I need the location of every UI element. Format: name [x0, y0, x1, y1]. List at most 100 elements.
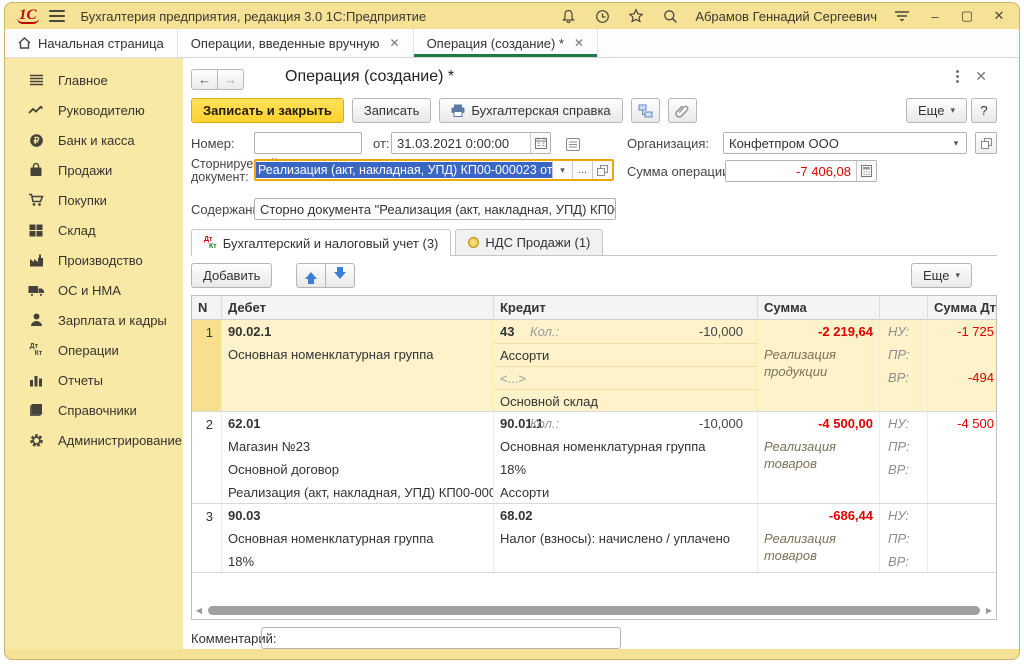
choose-button[interactable]: ... — [572, 161, 592, 179]
close-button[interactable]: ✕ — [991, 8, 1007, 24]
debit-account[interactable]: 90.03 — [222, 504, 493, 527]
move-down-button[interactable] — [325, 263, 355, 288]
sidebar-item-sklad[interactable]: Склад — [5, 215, 183, 245]
sidebar-item-prodazhi[interactable]: Продажи — [5, 155, 183, 185]
qty-value[interactable]: -10,000 — [699, 412, 743, 435]
sidebar-item-otchety[interactable]: Отчеты — [5, 365, 183, 395]
vr-value[interactable] — [928, 550, 996, 572]
credit-subconto[interactable]: Налог (взносы): начислено / уплачено — [494, 527, 757, 550]
amount[interactable]: -2 219,64 — [758, 320, 879, 343]
open-icon[interactable] — [592, 161, 612, 179]
content-input[interactable]: Сторно документа "Реализация (акт, накла… — [254, 198, 616, 220]
tab-operation-create[interactable]: Операция (создание) * ✕ — [414, 29, 598, 57]
organization-input[interactable]: Конфетпром ООО ▾ — [723, 132, 967, 154]
col-credit[interactable]: Кредит — [494, 296, 758, 319]
amount-comment[interactable]: Реализация товаров — [758, 527, 879, 564]
table-row[interactable]: 2 62.01 Магазин №23 Основной договор Реа… — [192, 412, 996, 504]
debit-subconto[interactable]: Магазин №23 — [222, 435, 493, 458]
dropdown-icon[interactable]: ▾ — [552, 161, 572, 179]
amount[interactable]: -4 500,00 — [758, 412, 879, 435]
sidebar-item-proizvodstvo[interactable]: Производство — [5, 245, 183, 275]
credit-subconto[interactable]: Основная номенклатурная группа — [494, 435, 757, 458]
sidebar-item-pokupki[interactable]: Покупки — [5, 185, 183, 215]
nu-value[interactable]: -4 500 — [928, 412, 996, 435]
sidebar-item-glavnoe[interactable]: Главное — [5, 65, 183, 95]
nu-value[interactable]: -1 725 — [928, 320, 996, 343]
col-n[interactable]: N — [192, 296, 222, 319]
pr-value[interactable] — [928, 343, 996, 366]
tab-manual-operations[interactable]: Операции, введенные вручную ✕ — [178, 29, 414, 57]
calendar-icon[interactable] — [530, 133, 550, 153]
dropdown-icon[interactable]: ▾ — [946, 133, 966, 153]
sidebar-item-administrirovanie[interactable]: Администрирование — [5, 425, 183, 455]
vr-value[interactable] — [928, 458, 996, 481]
journal-icon[interactable] — [564, 135, 582, 153]
table-row[interactable]: 1 90.02.1 Основная номенклатурная группа… — [192, 320, 996, 412]
number-input[interactable] — [254, 132, 362, 154]
kebab-menu-icon[interactable] — [956, 70, 959, 73]
add-row-button[interactable]: Добавить — [191, 263, 272, 288]
table-row[interactable]: 3 90.03 Основная номенклатурная группа 1… — [192, 504, 996, 573]
tab-home[interactable]: Начальная страница — [5, 29, 178, 57]
structure-button[interactable] — [631, 98, 660, 123]
help-button[interactable]: ? — [971, 98, 997, 123]
minimize-button[interactable]: – — [927, 9, 943, 24]
debit-subconto[interactable]: 18% — [222, 550, 493, 572]
amount[interactable]: -686,44 — [758, 504, 879, 527]
horizontal-scrollbar[interactable]: ◀ ▶ — [193, 603, 995, 618]
sidebar-item-rukovoditelyu[interactable]: Руководителю — [5, 95, 183, 125]
sidebar-item-zarplata-kadry[interactable]: Зарплата и кадры — [5, 305, 183, 335]
user-name[interactable]: Абрамов Геннадий Сергеевич — [695, 9, 877, 24]
amount-comment[interactable]: Реализация продукции — [758, 343, 879, 380]
scroll-right-icon[interactable]: ▶ — [983, 606, 995, 615]
tab-close-icon[interactable]: ✕ — [574, 36, 584, 50]
sidebar-item-operacii[interactable]: ДтКт Операции — [5, 335, 183, 365]
debit-subconto[interactable]: Основная номенклатурная группа — [222, 527, 493, 550]
forward-button[interactable]: → — [217, 69, 244, 90]
back-button[interactable]: ← — [191, 69, 218, 90]
credit-account[interactable]: 43 — [500, 324, 514, 339]
search-icon[interactable] — [661, 7, 679, 25]
col-debit[interactable]: Дебет — [222, 296, 494, 319]
nu-value[interactable] — [928, 504, 996, 527]
more-button-top[interactable]: Еще▾ — [906, 98, 967, 123]
col-sum-dt[interactable]: Сумма Дт — [928, 296, 996, 319]
main-menu-icon[interactable] — [49, 10, 65, 22]
debit-account[interactable]: 62.01 — [222, 412, 493, 435]
debit-subconto[interactable]: Реализация (акт, накладная, УПД) КП00-00… — [222, 481, 493, 503]
form-close-icon[interactable]: ✕ — [975, 68, 987, 85]
calculator-icon[interactable] — [856, 161, 876, 181]
qty-value[interactable]: -10,000 — [699, 320, 743, 343]
more-button-grid[interactable]: Еще▾ — [911, 263, 972, 288]
sidebar-item-spravochniki[interactable]: Справочники — [5, 395, 183, 425]
credit-account[interactable]: 68.02 — [500, 508, 533, 523]
debit-account[interactable]: 90.02.1 — [222, 320, 493, 343]
pr-value[interactable] — [928, 527, 996, 550]
vr-value[interactable]: -494 — [928, 366, 996, 389]
debit-subconto[interactable]: Основная номенклатурная группа — [222, 343, 493, 366]
debit-subconto[interactable]: Основной договор — [222, 458, 493, 481]
amount-comment[interactable]: Реализация товаров — [758, 435, 879, 472]
credit-subconto[interactable]: Ассорти — [494, 481, 757, 503]
save-close-button[interactable]: Записать и закрыть — [191, 98, 344, 123]
credit-subconto[interactable] — [494, 550, 757, 572]
accounting-reference-button[interactable]: Бухгалтерская справка — [439, 98, 622, 123]
service-menu-icon[interactable] — [893, 7, 911, 25]
maximize-button[interactable]: ▢ — [959, 8, 975, 24]
move-up-button[interactable] — [296, 263, 326, 288]
credit-subconto[interactable]: 18% — [494, 458, 757, 481]
credit-subconto[interactable]: <...> — [494, 366, 757, 389]
sidebar-item-os-nma[interactable]: ОС и НМА — [5, 275, 183, 305]
credit-subconto[interactable]: Ассорти — [494, 343, 757, 366]
date-input[interactable]: 31.03.2021 0:00:00 — [391, 132, 551, 154]
open-icon[interactable] — [975, 132, 997, 154]
col-sum[interactable]: Сумма — [758, 296, 880, 319]
scroll-left-icon[interactable]: ◀ — [193, 606, 205, 615]
tab-close-icon[interactable]: ✕ — [390, 36, 400, 50]
tab-vat-sales[interactable]: НДС Продажи (1) — [455, 229, 603, 255]
tab-accounting[interactable]: ДтКт Бухгалтерский и налоговый учет (3) — [191, 229, 451, 256]
favorites-icon[interactable] — [627, 7, 645, 25]
pr-value[interactable] — [928, 435, 996, 458]
history-icon[interactable] — [593, 7, 611, 25]
sidebar-item-bank-kassa[interactable]: ₽ Банк и касса — [5, 125, 183, 155]
